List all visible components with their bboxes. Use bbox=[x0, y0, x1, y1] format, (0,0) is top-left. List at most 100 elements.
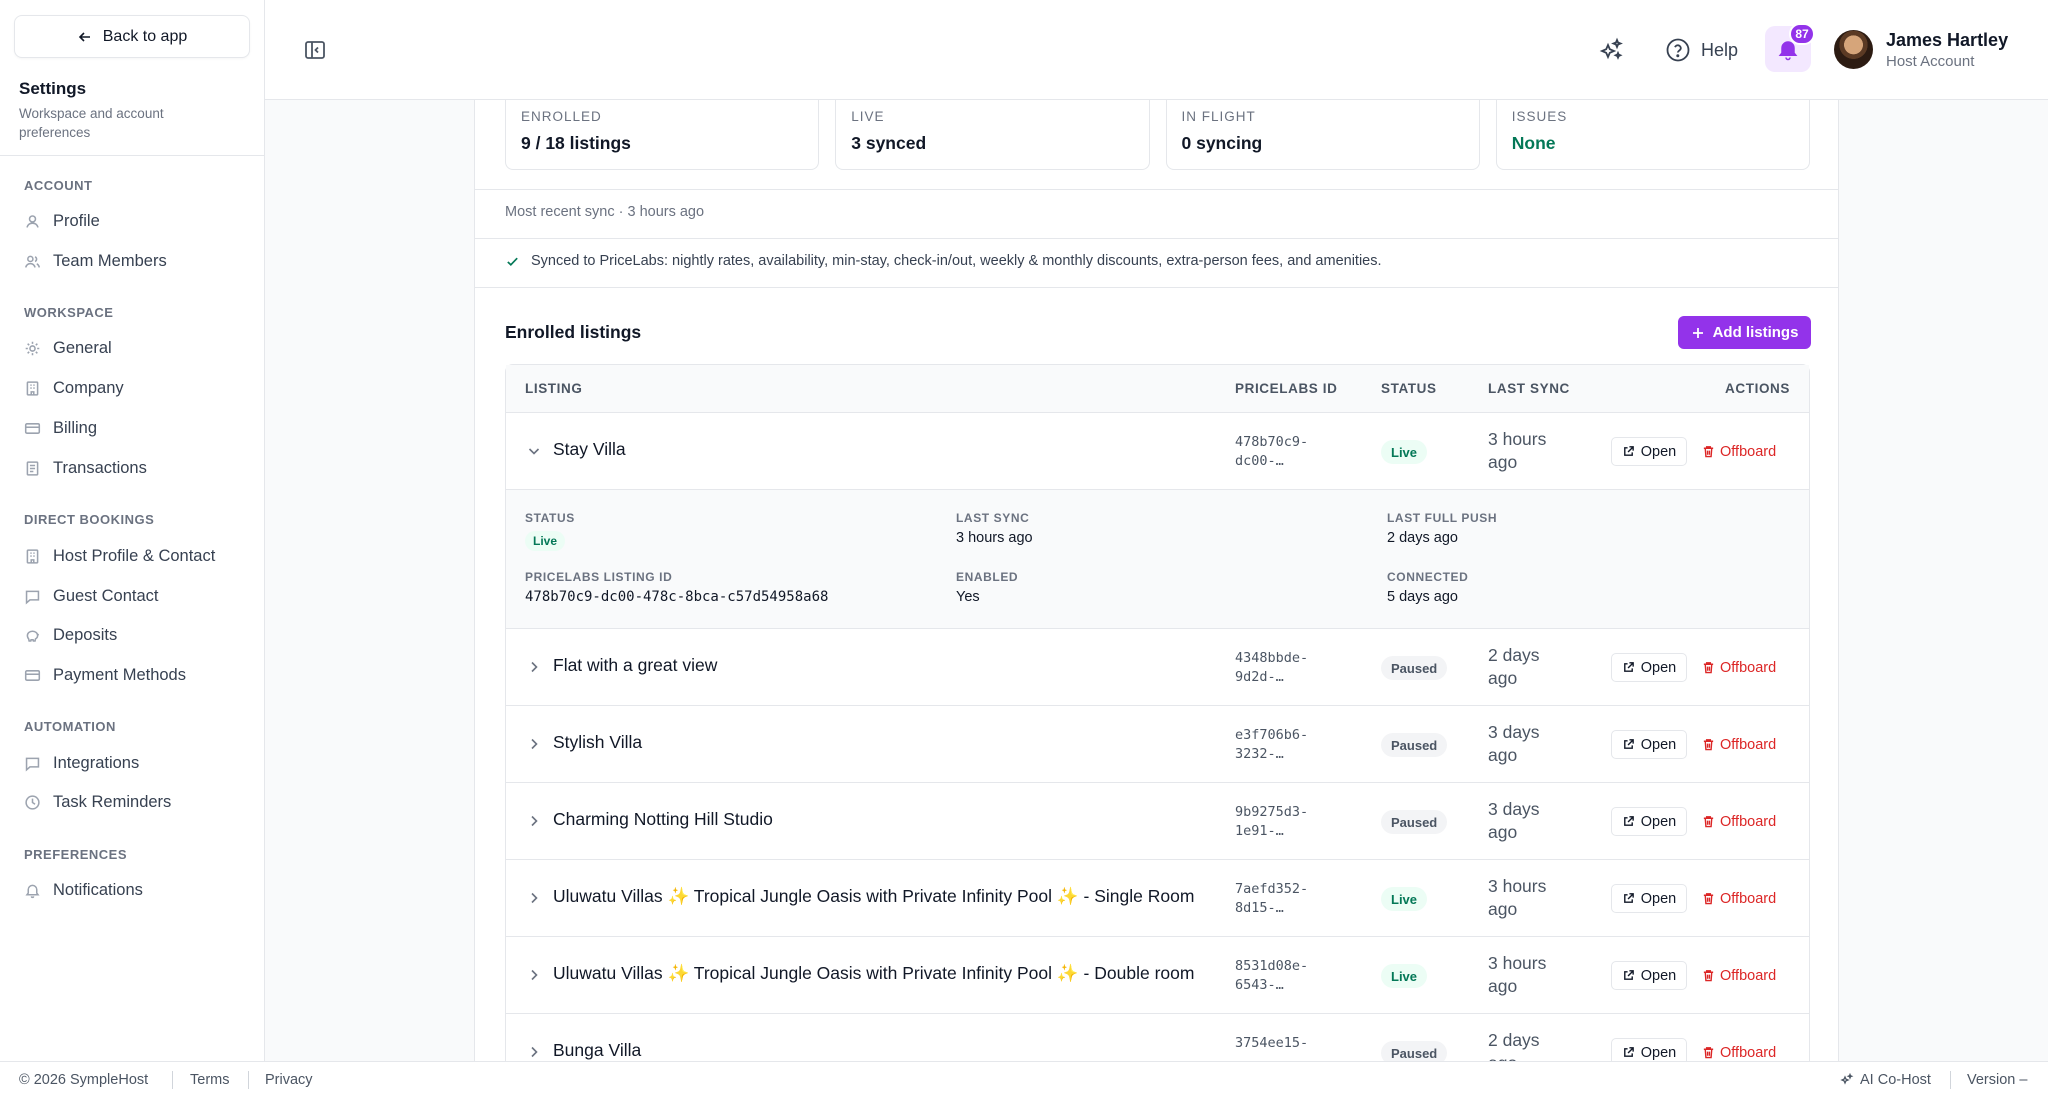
building-icon bbox=[26, 548, 39, 564]
table-row[interactable]: Uluwatu Villas ✨ Tropical Jungle Oasis w… bbox=[506, 860, 1809, 937]
sidebar-item-integrations[interactable]: Integrations bbox=[24, 748, 139, 778]
open-button[interactable]: Open bbox=[1611, 807, 1687, 836]
table-row[interactable]: Stylish Villa e3f706b6- 3232-… Paused 3 … bbox=[506, 706, 1809, 783]
sidebar-item-label: Guest Contact bbox=[53, 586, 159, 605]
sidebar-item-billing[interactable]: Billing bbox=[24, 413, 97, 443]
pricelabs-id: 8531d08e- 6543-… bbox=[1235, 958, 1309, 993]
detail-last-sync-value: 3 hours ago bbox=[956, 530, 1033, 546]
privacy-link[interactable]: Privacy bbox=[265, 1072, 313, 1088]
detail-last-full-push-label: LAST FULL PUSH bbox=[1387, 511, 1498, 525]
chevron-right-icon[interactable] bbox=[526, 813, 542, 829]
sidebar-item-transactions[interactable]: Transactions bbox=[24, 453, 147, 483]
offboard-button[interactable]: Offboard bbox=[1702, 437, 1776, 466]
sidebar-item-company[interactable]: Company bbox=[24, 373, 124, 403]
chevron-down-icon[interactable] bbox=[526, 443, 542, 459]
offboard-button[interactable]: Offboard bbox=[1702, 730, 1776, 759]
back-to-app-button[interactable]: Back to app bbox=[14, 15, 250, 58]
open-button[interactable]: Open bbox=[1611, 653, 1687, 682]
table-row[interactable]: Flat with a great view 4348bbde- 9d2d-… … bbox=[506, 629, 1809, 706]
offboard-button[interactable]: Offboard bbox=[1702, 884, 1776, 913]
table-row[interactable]: Stay Villa 478b70c9- dc00-… Live 3 hours… bbox=[506, 413, 1809, 490]
footer-separator bbox=[248, 1071, 249, 1089]
chevron-right-icon[interactable] bbox=[526, 1044, 542, 1060]
user-role: Host Account bbox=[1886, 53, 1975, 70]
open-label: Open bbox=[1640, 443, 1677, 460]
sidebar-item-profile[interactable]: Profile bbox=[24, 206, 100, 236]
external-link-icon bbox=[1623, 816, 1634, 826]
external-link-icon bbox=[1623, 739, 1634, 749]
help-label: Help bbox=[1701, 39, 1739, 60]
open-button[interactable]: Open bbox=[1611, 437, 1687, 466]
listing-name[interactable]: Charming Notting Hill Studio bbox=[553, 809, 773, 830]
last-sync: 3 hours ago bbox=[1488, 953, 1547, 996]
help-button[interactable]: Help bbox=[1665, 36, 1738, 64]
stat-value: None bbox=[1511, 133, 1556, 153]
sidebar-item-task-reminders[interactable]: Task Reminders bbox=[24, 787, 171, 817]
pricelabs-id: 7aefd352- 8d15-… bbox=[1235, 881, 1309, 916]
listing-name[interactable]: Bunga Villa bbox=[553, 1040, 641, 1061]
table-row[interactable]: Bunga Villa 3754ee15- … Paused 2 days ag… bbox=[506, 1014, 1809, 1061]
open-button[interactable]: Open bbox=[1611, 961, 1687, 990]
ai-sparkles-icon[interactable] bbox=[1598, 36, 1626, 64]
offboard-button[interactable]: Offboard bbox=[1702, 653, 1776, 682]
chevron-right-icon[interactable] bbox=[526, 890, 542, 906]
users-icon bbox=[24, 255, 41, 268]
footer-separator bbox=[1950, 1071, 1951, 1089]
chevron-right-icon[interactable] bbox=[526, 967, 542, 983]
trash-icon bbox=[1703, 970, 1714, 982]
table-row[interactable]: Uluwatu Villas ✨ Tropical Jungle Oasis w… bbox=[506, 937, 1809, 1014]
external-link-icon bbox=[1623, 1047, 1634, 1057]
sidebar-item-payment-methods[interactable]: Payment Methods bbox=[24, 660, 186, 690]
nav-section-automation: AUTOMATION bbox=[24, 719, 116, 734]
stat-enrolled: ENROLLED 9 / 18 listings bbox=[505, 100, 820, 170]
sidebar-item-general[interactable]: General bbox=[24, 333, 112, 363]
listing-name[interactable]: Uluwatu Villas ✨ Tropical Jungle Oasis w… bbox=[553, 886, 1194, 907]
terms-link[interactable]: Terms bbox=[190, 1072, 229, 1088]
last-sync: 2 days ago bbox=[1488, 1030, 1540, 1061]
add-listings-button[interactable]: Add listings bbox=[1678, 316, 1811, 349]
status-badge: Live bbox=[1381, 964, 1428, 988]
ai-cohost-link[interactable]: AI Co-Host bbox=[1840, 1072, 1931, 1088]
clock-icon bbox=[25, 794, 40, 810]
detail-last-full-push-value: 2 days ago bbox=[1387, 530, 1458, 546]
stat-issues: ISSUES None bbox=[1495, 100, 1810, 170]
offboard-button[interactable]: Offboard bbox=[1702, 1038, 1776, 1061]
open-label: Open bbox=[1640, 659, 1677, 676]
sidebar-item-label: Notifications bbox=[53, 880, 143, 899]
listing-name[interactable]: Stay Villa bbox=[553, 439, 626, 460]
offboard-label: Offboard bbox=[1720, 813, 1777, 830]
listing-name[interactable]: Uluwatu Villas ✨ Tropical Jungle Oasis w… bbox=[553, 963, 1194, 984]
open-button[interactable]: Open bbox=[1611, 884, 1687, 913]
back-to-app-label: Back to app bbox=[102, 27, 188, 45]
open-button[interactable]: Open bbox=[1611, 1038, 1687, 1061]
stats-row: ENROLLED 9 / 18 listings LIVE 3 synced I… bbox=[505, 100, 1810, 170]
avatar[interactable] bbox=[1834, 30, 1873, 69]
chevron-right-icon[interactable] bbox=[526, 736, 542, 752]
sidebar-item-label: Transactions bbox=[53, 458, 147, 477]
listing-name[interactable]: Stylish Villa bbox=[553, 732, 642, 753]
version-label: Version – bbox=[1967, 1072, 2028, 1088]
divider bbox=[475, 238, 1838, 239]
detail-enabled-label: ENABLED bbox=[956, 570, 1019, 584]
listing-name[interactable]: Flat with a great view bbox=[553, 655, 717, 676]
chevron-right-icon[interactable] bbox=[526, 659, 542, 675]
user-name[interactable]: James Hartley bbox=[1886, 30, 2008, 51]
offboard-button[interactable]: Offboard bbox=[1702, 961, 1776, 990]
sidebar-item-team-members[interactable]: Team Members bbox=[24, 246, 167, 276]
divider bbox=[475, 287, 1838, 288]
trash-icon bbox=[1703, 816, 1714, 828]
sidebar-item-label: Integrations bbox=[53, 753, 140, 772]
sidebar-item-notifications[interactable]: Notifications bbox=[24, 875, 143, 905]
offboard-button[interactable]: Offboard bbox=[1702, 807, 1776, 836]
status-badge: Live bbox=[1381, 887, 1428, 911]
open-button[interactable]: Open bbox=[1611, 730, 1687, 759]
detail-status-badge: Live bbox=[525, 531, 566, 551]
detail-pricelabs-id-label: PRICELABS LISTING ID bbox=[525, 570, 673, 584]
sidebar-item-guest-contact[interactable]: Guest Contact bbox=[24, 581, 158, 611]
sidebar-item-deposits[interactable]: Deposits bbox=[24, 620, 117, 650]
synced-fields-note: Synced to PriceLabs: nightly rates, avai… bbox=[505, 253, 1382, 269]
detail-connected-value: 5 days ago bbox=[1387, 589, 1458, 605]
sidebar-collapse-icon[interactable] bbox=[303, 38, 327, 62]
sidebar-item-host-profile-contact[interactable]: Host Profile & Contact bbox=[24, 541, 215, 571]
table-row[interactable]: Charming Notting Hill Studio 9b9275d3- 1… bbox=[506, 783, 1809, 860]
